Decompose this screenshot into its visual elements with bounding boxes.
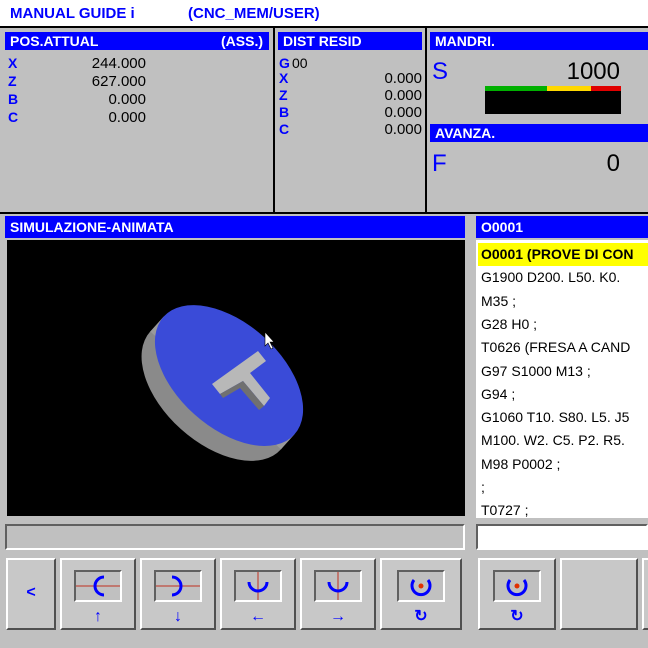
program-line[interactable]: M35 ;	[481, 290, 516, 313]
memory-path: (CNC_MEM/USER)	[188, 5, 320, 22]
pos-panel-title-bar: POS.ATTUAL (ASS.)	[5, 32, 269, 50]
program-line[interactable]: G97 S1000 M13 ;	[481, 360, 591, 383]
spindle-load-green	[485, 86, 547, 91]
rotate-left-icon	[234, 570, 282, 602]
arrow-left-label: ←	[250, 608, 266, 625]
workpiece-render	[141, 305, 304, 461]
feed-title: AVANZA.	[435, 125, 496, 141]
spindle-speed-value: 1000	[566, 58, 620, 85]
dist-axis-label: C	[279, 121, 290, 137]
arrow-right-label: →	[330, 608, 346, 625]
softkey-rotate-ccw[interactable]: ↻	[478, 558, 556, 630]
rotate-cw-label: ↻	[414, 608, 428, 625]
program-line[interactable]: ;	[481, 476, 485, 499]
arrow-down-label: ↓	[174, 608, 182, 625]
simulation-title: SIMULAZIONE-ANIMATA	[10, 219, 174, 235]
program-text-area[interactable]: O0001 (PROVE DI CON G1900 D200. L50. K0. M…	[476, 240, 648, 518]
program-line[interactable]: M98 P0002 ;	[481, 453, 560, 476]
arrow-up-label: ↑	[94, 608, 102, 625]
spindle-load-red	[591, 86, 621, 91]
spindle-title-bar: MANDRI.	[430, 32, 648, 50]
program-line[interactable]: G1900 D200. L50. K0.	[481, 266, 620, 289]
softkey-empty-1[interactable]	[560, 558, 638, 630]
softkey-rotate-down[interactable]: ↓	[140, 558, 216, 630]
gcode-label: G	[279, 55, 290, 71]
dist-axis-value: 0.000	[384, 104, 422, 121]
dist-axis-label: Z	[279, 87, 288, 103]
divider	[273, 28, 275, 214]
pos-panel-title: POS.ATTUAL	[10, 33, 99, 49]
softkey-rotate-right[interactable]: →	[300, 558, 376, 630]
spindle-letter: S	[432, 58, 449, 85]
program-title: O0001	[481, 219, 524, 235]
simulation-title-bar: SIMULAZIONE-ANIMATA	[5, 216, 465, 238]
dist-panel-title: DIST RESID	[283, 33, 362, 49]
pos-axis-value: 0.000	[108, 91, 146, 108]
pos-axis-value: 244.000	[91, 55, 146, 72]
rotate-counterclockwise-icon	[493, 570, 541, 602]
divider	[0, 212, 648, 214]
feed-letter: F	[432, 150, 447, 177]
rotate-ccw-label: ↻	[510, 608, 524, 625]
rotate-clockwise-icon	[397, 570, 445, 602]
spindle-load-bar	[485, 86, 621, 114]
rotate-up-icon	[74, 570, 122, 602]
pos-panel-mode: (ASS.)	[221, 33, 263, 49]
feed-value: 0	[606, 150, 620, 177]
program-input-field[interactable]	[476, 524, 648, 550]
simulation-message-bar	[5, 524, 465, 550]
program-line[interactable]: G94 ;	[481, 383, 515, 406]
dist-axis-label: X	[279, 70, 289, 86]
dist-axis-value: 0.000	[384, 70, 422, 87]
pos-axis-label: B	[8, 91, 19, 107]
gcode-value: 00	[292, 55, 308, 71]
program-line-current[interactable]: O0001 (PROVE DI CON	[478, 243, 648, 266]
pos-axis-label: X	[8, 55, 18, 71]
program-line[interactable]: G1060 T10. S80. L5. J5	[481, 406, 629, 429]
pos-axis-value: 627.000	[91, 73, 146, 90]
program-line[interactable]: G28 H0 ;	[481, 313, 537, 336]
dist-axis-label: B	[279, 104, 290, 120]
pos-axis-label: Z	[8, 73, 17, 89]
rotate-down-icon	[154, 570, 202, 602]
dist-axis-value: 0.000	[384, 87, 422, 104]
program-line[interactable]: M100. W2. C5. P2. R5.	[481, 429, 625, 452]
program-line[interactable]: T0727 ;	[481, 499, 528, 518]
softkey-empty-2[interactable]	[642, 558, 648, 630]
divider	[425, 28, 427, 214]
feed-title-bar: AVANZA.	[430, 124, 648, 142]
softkey-rotate-cw[interactable]: ↻	[380, 558, 462, 630]
dist-panel-title-bar: DIST RESID	[278, 32, 422, 50]
rotate-right-icon	[314, 570, 362, 602]
simulation-viewport[interactable]	[7, 240, 465, 516]
pos-axis-value: 0.000	[108, 109, 146, 126]
app-title: MANUAL GUIDE i	[10, 5, 135, 22]
softkey-back[interactable]: <	[6, 558, 56, 630]
spindle-title: MANDRI.	[435, 33, 495, 49]
softkey-rotate-up[interactable]: ↑	[60, 558, 136, 630]
pos-axis-label: C	[8, 109, 19, 125]
program-title-bar: O0001	[476, 216, 648, 238]
program-line[interactable]: T0626 (FRESA A CAND	[481, 336, 630, 359]
softkey-rotate-left[interactable]: ←	[220, 558, 296, 630]
header-bar: MANUAL GUIDE i (CNC_MEM/USER)	[0, 0, 648, 28]
spindle-load-yellow	[547, 86, 591, 91]
back-chevron: <	[26, 584, 36, 601]
dist-axis-value: 0.000	[384, 121, 422, 138]
